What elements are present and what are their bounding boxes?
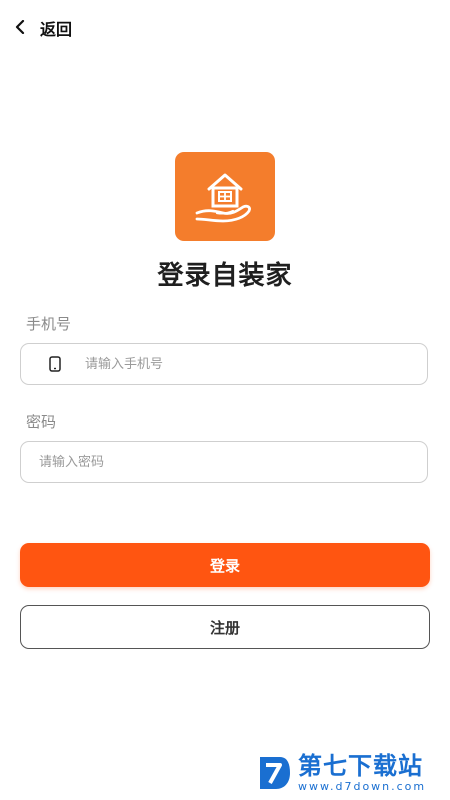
watermark-name: 第七下载站 [298, 752, 423, 780]
watermark-url: www.d7down.com [298, 780, 427, 793]
phone-input[interactable] [83, 355, 387, 373]
page-title: 登录自装家 [157, 261, 293, 291]
back-label: 返回 [40, 20, 73, 39]
watermark: 第七下载站 www.d7down.com [256, 752, 426, 793]
app-logo [175, 152, 275, 241]
register-button[interactable]: 注册 [20, 605, 430, 649]
phone-label: 手机号 [26, 315, 72, 333]
phone-field[interactable] [20, 343, 428, 385]
top-bar: 返回 [0, 0, 450, 56]
password-input[interactable] [37, 453, 341, 471]
house-in-hand-icon [195, 173, 251, 222]
login-button[interactable]: 登录 [20, 543, 430, 587]
back-button[interactable]: 返回 [14, 16, 72, 40]
chevron-left-icon [14, 19, 26, 38]
d7-logo-icon [260, 756, 290, 789]
password-label: 密码 [26, 413, 57, 431]
phone-icon [49, 356, 61, 372]
password-field[interactable] [20, 441, 428, 483]
